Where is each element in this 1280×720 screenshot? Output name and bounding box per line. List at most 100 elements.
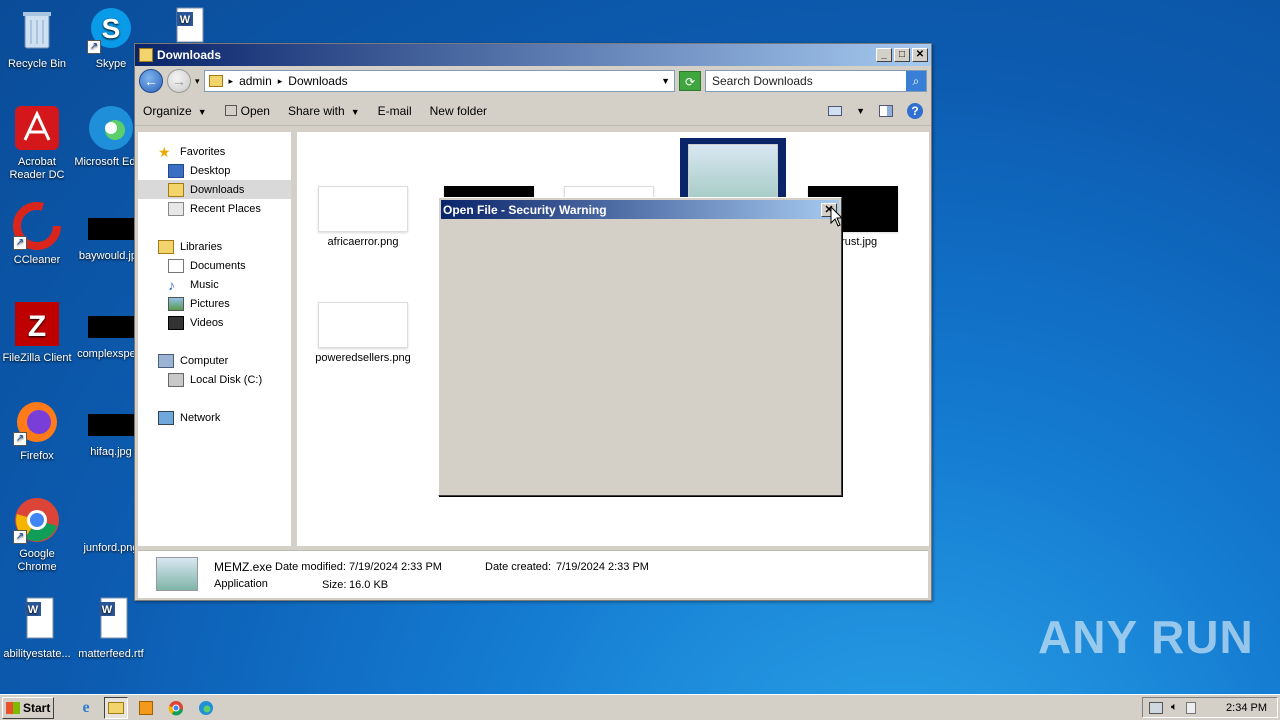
breadcrumb-sep-icon[interactable]: ▸ <box>278 76 283 87</box>
shortcut-arrow-icon: ↗ <box>13 236 27 250</box>
folder-icon <box>208 75 223 87</box>
details-date-created: 7/19/2024 2:33 PM <box>556 561 649 573</box>
nav-label: Libraries <box>180 240 223 253</box>
search-icon[interactable]: ⌕ <box>906 71 926 91</box>
taskbar-explorer-icon[interactable] <box>104 696 128 719</box>
flag-tray-icon[interactable] <box>1185 701 1196 714</box>
taskbar-ie-icon[interactable]: e <box>74 697 98 719</box>
nav-local-disk[interactable]: Local Disk (C:) <box>138 370 291 389</box>
shortcut-arrow-icon: ↗ <box>13 432 27 446</box>
file-item-africaerror[interactable]: africaerror.png <box>313 186 413 248</box>
volume-icon[interactable]: 🔈︎ <box>1171 701 1178 714</box>
acrobat-icon <box>13 104 61 152</box>
minimize-button[interactable]: _ <box>876 48 892 62</box>
breadcrumb-downloads[interactable]: Downloads <box>288 74 347 88</box>
desktop-icon-abilityestate[interactable]: W abilityestate... <box>0 596 74 661</box>
desktop-icon-ccleaner[interactable]: ↗ CCleaner <box>0 202 74 267</box>
details-date-modified: 7/19/2024 2:33 PM <box>349 561 442 573</box>
nav-libraries[interactable]: Libraries <box>138 237 291 256</box>
ccleaner-icon: ↗ <box>13 202 61 250</box>
share-with-label: Share with <box>287 103 345 118</box>
close-button[interactable]: ✕ <box>912 48 928 62</box>
nav-label: Local Disk (C:) <box>190 373 263 386</box>
command-bar: Organize ▼ Open Share with ▼ E-mail New fo… <box>135 96 931 126</box>
svg-text:S: S <box>102 13 121 44</box>
nav-favorites[interactable]: ★ Favorites <box>138 142 291 161</box>
nav-label: Recent Places <box>190 202 261 215</box>
security-warning-dialog[interactable]: Open File - Security Warning ✕ <box>438 197 842 496</box>
address-bar[interactable]: ▸ admin ▸ Downloads ▼ <box>203 70 675 92</box>
breadcrumb-admin[interactable]: admin <box>239 74 272 88</box>
dialog-title: Open File - Security Warning <box>443 202 607 217</box>
address-row: ← → ▾ ▸ admin ▸ Downloads ▼ ⟳ Search Dow… <box>135 66 931 96</box>
new-folder-button[interactable]: New folder <box>430 104 487 118</box>
shortcut-arrow-icon: ↗ <box>87 40 101 54</box>
desktop-icon-firefox[interactable]: ↗ Firefox <box>0 398 74 463</box>
taskbar-chrome-icon[interactable] <box>164 697 188 719</box>
dialog-titlebar[interactable]: Open File - Security Warning ✕ <box>441 200 839 219</box>
refresh-button[interactable]: ⟳ <box>679 71 701 91</box>
maximize-button[interactable]: □ <box>894 48 910 62</box>
nav-label: Music <box>190 278 219 291</box>
open-icon <box>224 104 237 116</box>
network-tray-icon[interactable] <box>1149 701 1163 714</box>
preview-pane-icon[interactable] <box>879 104 893 117</box>
pictures-icon <box>168 296 184 311</box>
chevron-down-icon[interactable]: ▼ <box>856 106 865 116</box>
network-icon <box>158 410 174 425</box>
nav-computer[interactable]: Computer <box>138 351 291 370</box>
nav-videos[interactable]: Videos <box>138 313 291 332</box>
organize-label: Organize <box>143 103 192 118</box>
organize-button[interactable]: Organize ▼ <box>143 104 207 118</box>
taskbar-edge-icon[interactable] <box>194 697 218 719</box>
image-thumbnail <box>88 414 134 436</box>
details-size-label: Size: <box>322 579 347 591</box>
help-icon[interactable]: ? <box>907 102 923 119</box>
email-button[interactable]: E-mail <box>378 104 412 118</box>
desktop-icon-recycle-bin[interactable]: Recycle Bin <box>0 6 74 71</box>
search-placeholder: Search Downloads <box>712 74 813 88</box>
application-thumbnail <box>156 557 198 591</box>
explorer-titlebar[interactable]: Downloads _ □ ✕ <box>135 44 931 66</box>
nav-pictures[interactable]: Pictures <box>138 294 291 313</box>
image-thumbnail <box>318 302 408 348</box>
nav-recent-places[interactable]: Recent Places <box>138 199 291 218</box>
forward-button[interactable]: → <box>167 69 191 93</box>
details-size: 16.0 KB <box>349 579 389 591</box>
local-disk-icon <box>168 372 184 387</box>
nav-music[interactable]: ♪ Music <box>138 275 291 294</box>
nav-documents[interactable]: Documents <box>138 256 291 275</box>
clock[interactable]: 2:34 PM <box>1226 702 1267 714</box>
nav-network[interactable]: Network <box>138 408 291 427</box>
star-icon: ★ <box>158 143 171 160</box>
view-options-icon[interactable] <box>828 105 843 116</box>
nav-label: Videos <box>190 316 224 329</box>
details-pane: MEMZ.exe Application Date modified: 7/19… <box>138 550 928 598</box>
start-label: Start <box>23 700 51 715</box>
desktop-icon-chrome[interactable]: ↗ Google Chrome <box>0 496 74 574</box>
chevron-down-icon[interactable]: ▾ <box>195 76 200 87</box>
svg-text:W: W <box>180 14 191 26</box>
start-button[interactable]: Start <box>2 696 54 719</box>
file-item-poweredsellers[interactable]: poweredsellers.png <box>313 302 413 364</box>
back-button[interactable]: ← <box>139 69 163 93</box>
nav-label: Documents <box>190 259 246 272</box>
taskbar-media-player-icon[interactable] <box>134 697 158 719</box>
desktop-icon-matterfeed[interactable]: W matterfeed.rtf <box>74 596 148 661</box>
search-input[interactable]: Search Downloads ⌕ <box>705 70 927 92</box>
desktop-icon-acrobat[interactable]: Acrobat Reader DC <box>0 104 74 182</box>
downloads-folder-icon <box>168 182 184 197</box>
libraries-icon <box>158 239 174 254</box>
desktop-icon-filezilla[interactable]: Z FileZilla Client <box>0 300 74 365</box>
recent-places-icon <box>168 201 184 216</box>
breadcrumb-sep-icon[interactable]: ▸ <box>229 76 234 87</box>
address-dropdown-icon[interactable]: ▼ <box>661 76 670 86</box>
videos-icon <box>168 315 184 330</box>
svg-text:W: W <box>102 604 113 616</box>
nav-desktop[interactable]: Desktop <box>138 161 291 180</box>
nav-downloads[interactable]: Downloads <box>138 180 291 199</box>
open-button[interactable]: Open <box>224 104 270 118</box>
share-with-button[interactable]: Share with ▼ <box>288 104 360 118</box>
chevron-down-icon: ▼ <box>197 106 207 117</box>
chrome-icon: ↗ <box>13 496 61 544</box>
